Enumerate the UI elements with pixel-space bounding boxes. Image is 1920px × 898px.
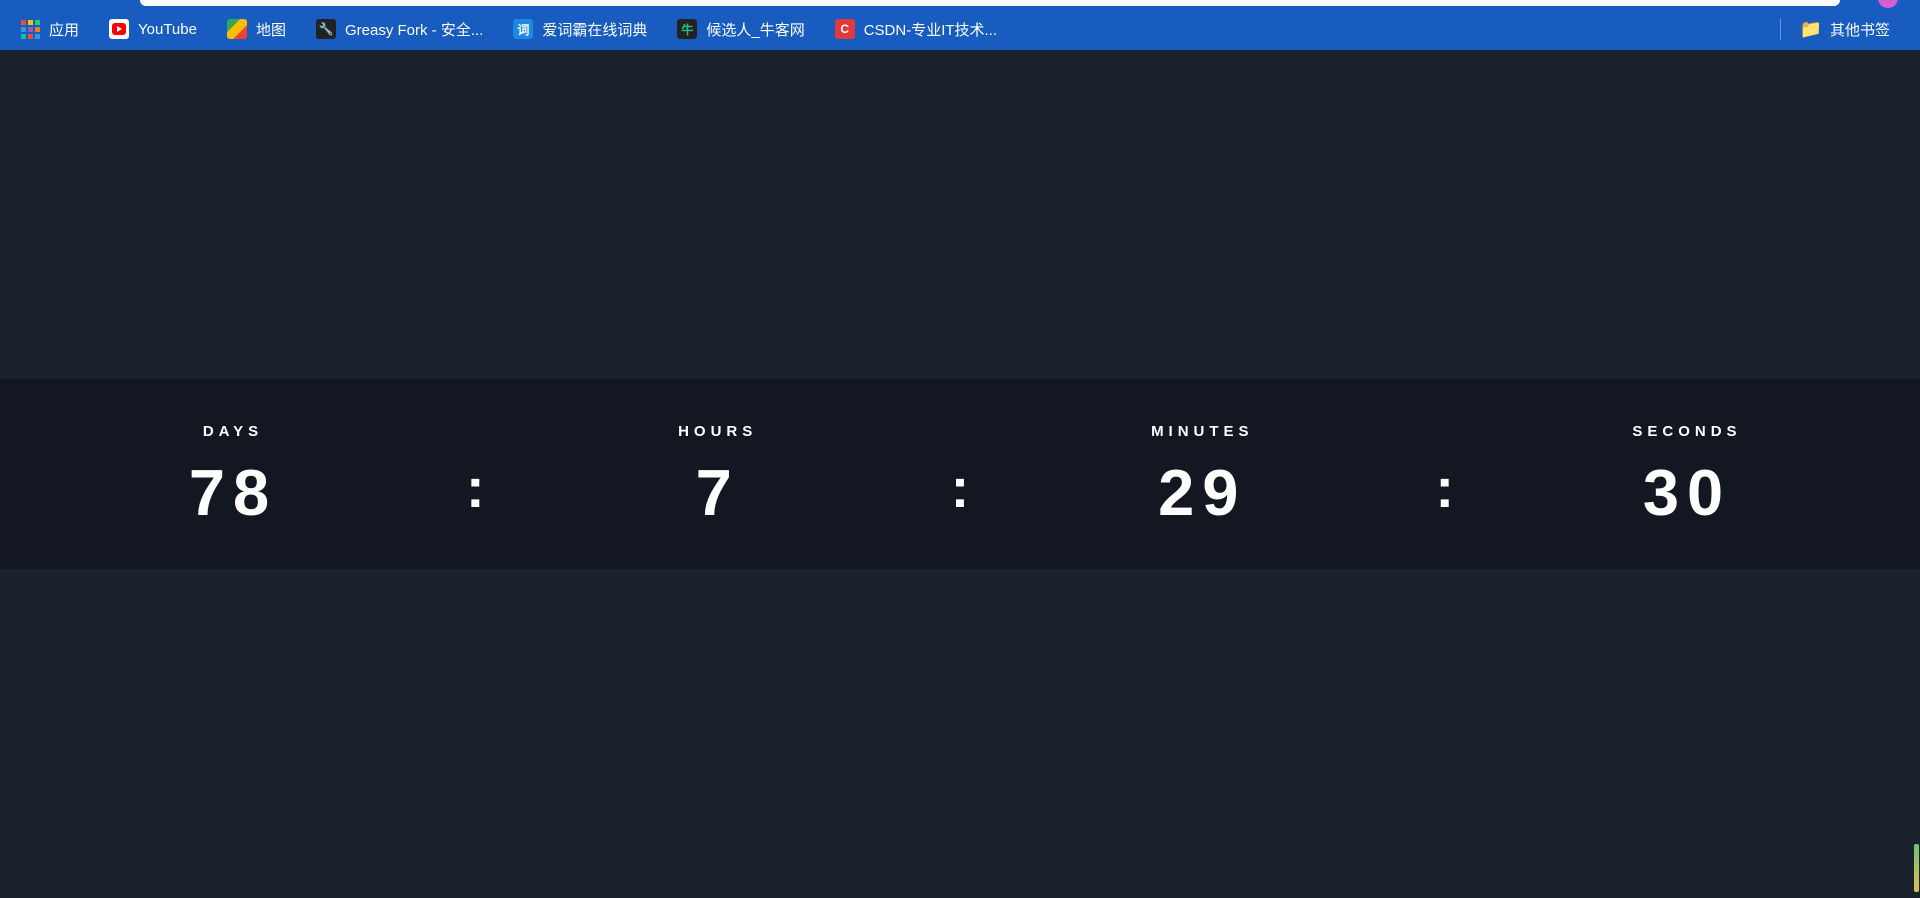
apps-label: 应用 <box>49 19 79 40</box>
countdown-timer: DAYS 78 : HOURS 7 : MINUTES 29 : SECONDS… <box>0 379 1920 569</box>
bookmark-label: 地图 <box>256 19 286 40</box>
maps-icon <box>227 19 247 39</box>
bookmark-label: YouTube <box>138 21 197 38</box>
bookmark-youtube[interactable]: YouTube <box>99 14 207 44</box>
bookmark-iciba[interactable]: 词 爱词霸在线词典 <box>503 14 657 45</box>
bookmark-nowcoder[interactable]: 牛 候选人_牛客网 <box>667 14 814 45</box>
countdown-separator: : <box>951 432 970 516</box>
bookmark-label: 爱词霸在线词典 <box>542 19 647 40</box>
seconds-label: SECONDS <box>1632 423 1741 440</box>
csdn-icon: C <box>835 19 855 39</box>
countdown-days: DAYS 78 <box>133 423 333 525</box>
bookmark-label: CSDN-专业IT技术... <box>864 19 997 40</box>
apps-shortcut[interactable]: 应用 <box>10 14 89 45</box>
apps-icon <box>20 19 40 39</box>
hours-label: HOURS <box>678 423 757 440</box>
countdown-separator: : <box>466 432 485 516</box>
dict-icon: 词 <box>513 19 533 39</box>
nowcoder-icon: 牛 <box>677 19 697 39</box>
minutes-value: 29 <box>1158 460 1246 525</box>
bookmark-maps[interactable]: 地图 <box>217 14 296 45</box>
countdown-minutes: MINUTES 29 <box>1102 423 1302 525</box>
bookmark-label: 候选人_牛客网 <box>706 19 804 40</box>
folder-icon: 📁 <box>1801 19 1821 39</box>
seconds-value: 30 <box>1643 460 1731 525</box>
profile-avatar[interactable] <box>1878 0 1898 8</box>
days-label: DAYS <box>203 423 263 440</box>
bookmarks-separator <box>1780 18 1781 40</box>
countdown-separator: : <box>1435 432 1454 516</box>
bookmark-greasyfork[interactable]: 🔧 Greasy Fork - 安全... <box>306 14 493 45</box>
browser-omnibox-strip <box>0 0 1920 8</box>
days-value: 78 <box>189 460 277 525</box>
hours-value: 7 <box>696 460 740 525</box>
other-bookmarks-label: 其他书签 <box>1830 19 1890 40</box>
page-content: DAYS 78 : HOURS 7 : MINUTES 29 : SECONDS… <box>0 50 1920 898</box>
scroll-indicator[interactable] <box>1914 844 1919 892</box>
minutes-label: MINUTES <box>1151 423 1254 440</box>
countdown-hours: HOURS 7 <box>618 423 818 525</box>
other-bookmarks-folder[interactable]: 📁 其他书签 <box>1791 14 1900 45</box>
youtube-icon <box>109 19 129 39</box>
countdown-seconds: SECONDS 30 <box>1587 423 1787 525</box>
bookmarks-bar: 应用 YouTube 地图 🔧 Greasy Fork - 安全... 词 爱词… <box>0 8 1920 50</box>
bookmark-csdn[interactable]: C CSDN-专业IT技术... <box>825 14 1007 45</box>
greasy-icon: 🔧 <box>316 19 336 39</box>
bookmark-label: Greasy Fork - 安全... <box>345 19 483 40</box>
